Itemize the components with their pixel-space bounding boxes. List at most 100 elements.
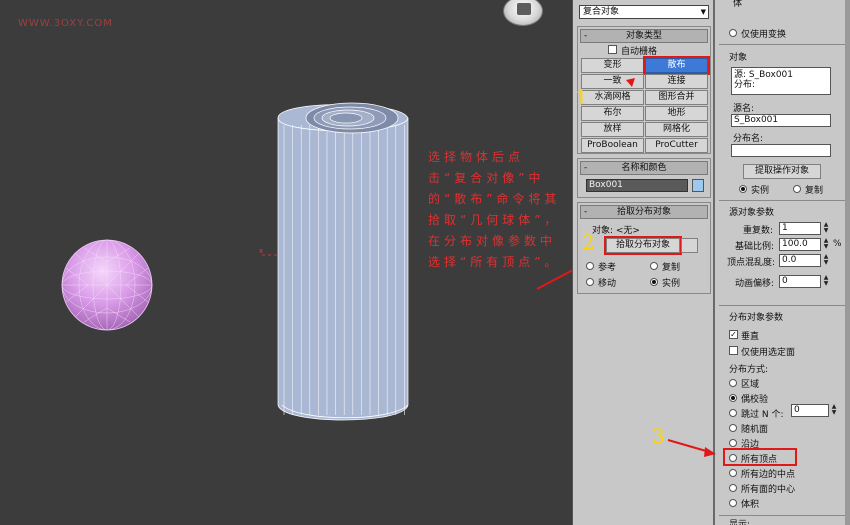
auto-grid-checkbox[interactable] bbox=[608, 45, 617, 54]
only-selected-label: 仅使用选定面 bbox=[741, 348, 796, 358]
operands-list[interactable]: 源: S_Box001 分布: bbox=[731, 67, 831, 95]
collapse-icon: - bbox=[584, 163, 588, 173]
operand-item-distribution[interactable]: 分布: bbox=[734, 80, 830, 90]
extract-operand-button[interactable]: 提取操作对象 bbox=[743, 164, 821, 179]
object-type-header[interactable]: - 对象类型 bbox=[580, 29, 708, 43]
radio-only-transform[interactable] bbox=[729, 29, 737, 37]
along-edges-label: 沿边 bbox=[741, 440, 760, 450]
perpendicular-label: 垂直 bbox=[741, 332, 760, 342]
scatter-button[interactable]: 散布 bbox=[643, 56, 710, 75]
viewport[interactable]: WWW.3OXY.COM x 选择物体后点击“复合对像”中的“散布”命令将其拾取… bbox=[0, 0, 572, 525]
base-scale-spinner[interactable]: ▲ ▼ bbox=[822, 238, 830, 251]
source-name-field[interactable]: S_Box001 bbox=[731, 114, 831, 127]
radio-instance[interactable] bbox=[650, 278, 658, 286]
scatter-parameters-panel: 体 仅使用变换 对象 源: S_Box001 分布: 源名: S_Box001 … bbox=[715, 0, 850, 525]
duplicates-label: 重复数: bbox=[743, 226, 774, 236]
duplicates-field[interactable]: 1 bbox=[779, 222, 821, 235]
radio-all-face-centers[interactable] bbox=[729, 484, 737, 492]
radio-all-edge-midpoints[interactable] bbox=[729, 469, 737, 477]
anim-offset-spinner[interactable]: ▲ ▼ bbox=[822, 275, 830, 288]
panel-scrollbar[interactable] bbox=[845, 0, 850, 525]
separator bbox=[719, 200, 845, 201]
object-type-rollout: - 对象类型 自动栅格 变形 散布 一致 连接 水滴网格 图形合并 布尔 地形 放样 网格化 Pro… bbox=[577, 26, 711, 154]
area-label: 区域 bbox=[741, 380, 760, 390]
conform-button[interactable]: 一致 bbox=[581, 74, 644, 89]
distribution-object-label: 对象: <无> bbox=[592, 226, 640, 236]
volume-label: 体积 bbox=[741, 500, 760, 510]
category-dropdown[interactable]: 复合对象 ▼ bbox=[579, 5, 709, 19]
collapse-icon: - bbox=[584, 207, 588, 217]
radio-area[interactable] bbox=[729, 379, 737, 387]
name-color-header[interactable]: - 名称和颜色 bbox=[580, 161, 708, 175]
radio-reference-label: 参考 bbox=[598, 263, 617, 273]
connect-button[interactable]: 连接 bbox=[645, 74, 708, 89]
geosphere[interactable] bbox=[61, 239, 153, 331]
shapemerge-button[interactable]: 图形合并 bbox=[645, 90, 708, 105]
object-type-title: 对象类型 bbox=[625, 31, 662, 41]
percent-label: % bbox=[833, 239, 842, 249]
separator bbox=[719, 305, 845, 306]
pick-distribution-rollout: - 拾取分布对象 对象: <无> 拾取分布对象 参考 复制 移动 实例 bbox=[577, 202, 711, 294]
distribution-name-label: 分布名: bbox=[733, 134, 764, 144]
morph-button[interactable]: 变形 bbox=[581, 58, 644, 73]
radio-move[interactable] bbox=[586, 278, 594, 286]
base-scale-field[interactable]: 100.0 bbox=[779, 238, 821, 251]
proboolean-button[interactable]: ProBoolean bbox=[581, 138, 644, 153]
radio-copy-label: 复制 bbox=[662, 263, 681, 273]
step-number-2: 2 bbox=[582, 230, 595, 254]
separator bbox=[719, 515, 845, 516]
blobmesh-button[interactable]: 水滴网格 bbox=[581, 90, 644, 105]
radio-copy[interactable] bbox=[650, 262, 658, 270]
boolean-button[interactable]: 布尔 bbox=[581, 106, 644, 121]
pick-distribution-button[interactable]: 拾取分布对象 bbox=[604, 236, 682, 255]
anim-offset-field[interactable]: 0 bbox=[779, 275, 821, 288]
name-color-title: 名称和颜色 bbox=[621, 163, 667, 173]
svg-text:x: x bbox=[259, 247, 263, 255]
method-label: 分布方式: bbox=[729, 365, 769, 375]
separator bbox=[719, 44, 845, 45]
pick-distribution-title: 拾取分布对象 bbox=[616, 207, 671, 217]
pick-distribution-header[interactable]: - 拾取分布对象 bbox=[580, 205, 708, 219]
top-partial-label: 体 bbox=[733, 0, 743, 9]
radio-even[interactable] bbox=[729, 394, 737, 402]
vertex-chaos-spinner[interactable]: ▲ ▼ bbox=[822, 254, 830, 267]
source-name-label: 源名: bbox=[733, 104, 755, 114]
skip-n-spinner[interactable]: ▲ ▼ bbox=[830, 404, 838, 417]
loft-button[interactable]: 放样 bbox=[581, 122, 644, 137]
mesher-button[interactable]: 网格化 bbox=[645, 122, 708, 137]
object-name-field[interactable]: Box001 bbox=[586, 179, 688, 192]
only-selected-checkbox[interactable] bbox=[729, 346, 738, 355]
annotation-text: 选择物体后点击“复合对像”中的“散布”命令将其拾取“几何球体”，在分布对像参数中… bbox=[428, 150, 561, 269]
spiral-object[interactable] bbox=[277, 102, 409, 421]
radio-random-faces[interactable] bbox=[729, 424, 737, 432]
operand-item-source[interactable]: 源: S_Box001 bbox=[734, 70, 830, 80]
radio-skip-n[interactable] bbox=[729, 409, 737, 417]
radio-move-label: 移动 bbox=[598, 279, 617, 289]
display-partial-label: 显示: bbox=[729, 520, 751, 525]
object-color-swatch[interactable] bbox=[692, 179, 704, 192]
radio-along-edges[interactable] bbox=[729, 439, 737, 447]
all-edge-midpoints-label: 所有边的中点 bbox=[741, 470, 796, 480]
duplicates-spinner[interactable]: ▲ ▼ bbox=[822, 222, 830, 235]
app-window: WWW.3OXY.COM x 选择物体后点击“复合对像”中的“散布”命令将其拾取… bbox=[0, 0, 850, 525]
dist-params-title: 分布对象参数 bbox=[729, 313, 784, 323]
radio-instance-label: 实例 bbox=[662, 279, 681, 289]
random-faces-label: 随机面 bbox=[741, 425, 769, 435]
terrain-button[interactable]: 地形 bbox=[645, 106, 708, 121]
name-color-rollout: - 名称和颜色 Box001 bbox=[577, 158, 711, 198]
radio-extract-copy[interactable] bbox=[793, 185, 801, 193]
chevron-down-icon: ▼ bbox=[700, 8, 706, 16]
command-panel: 复合对象 ▼ - 对象类型 自动栅格 变形 散布 一致 连接 水滴网格 图形合并 布尔 地形放… bbox=[572, 0, 713, 525]
source-params-title: 源对象参数 bbox=[729, 208, 775, 218]
radio-volume[interactable] bbox=[729, 499, 737, 507]
perpendicular-checkbox[interactable]: ✓ bbox=[729, 330, 738, 339]
distribution-name-field[interactable] bbox=[731, 144, 831, 157]
radio-extract-instance[interactable] bbox=[739, 185, 747, 193]
procutter-button[interactable]: ProCutter bbox=[645, 138, 708, 153]
radio-reference[interactable] bbox=[586, 262, 594, 270]
only-transform-label: 仅使用变换 bbox=[741, 30, 787, 40]
vertex-chaos-field[interactable]: 0.0 bbox=[779, 254, 821, 267]
skip-n-field[interactable]: 0 bbox=[791, 404, 829, 417]
anim-offset-label: 动画偏移: bbox=[735, 279, 775, 289]
extract-instance-label: 实例 bbox=[751, 186, 770, 196]
